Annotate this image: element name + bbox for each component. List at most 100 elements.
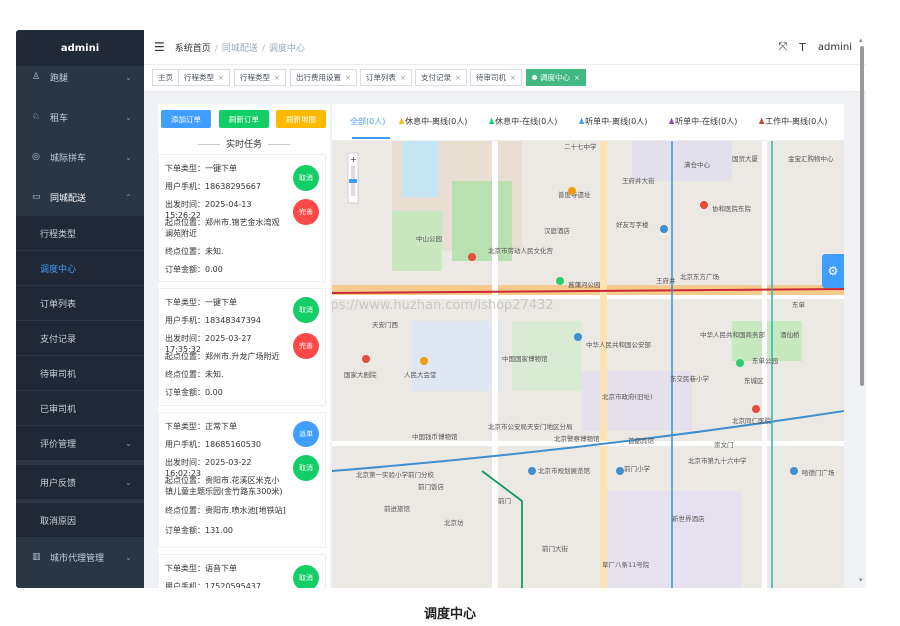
order-type: 下单类型：一键下单 (165, 164, 237, 173)
cancel-button[interactable]: 取消 (293, 455, 319, 481)
sidebar: admini ♙ 跑腿 ⌄ ♘ 租车 ⌄ ◎ 城际拼车 ⌄ ▭ 同城配送 ⌃ 行… (16, 30, 144, 588)
order-start: 起点位置：贵阳市.花溪区米克小镇儿童主题乐园(金竹路东300米) (165, 476, 283, 496)
driver-filter-tabs: 全部(0人) ♟休息中-离线(0人) ♟休息中-在线(0人) ♟听单中-离线(0… (332, 104, 844, 141)
close-icon[interactable]: × (400, 74, 406, 82)
order-phone: 用户手机：18348347394 (165, 316, 261, 325)
task-panel: 添加订单 刷新订单 刷新地图 实时任务 下单类型：一键下单 用户手机：18638… (158, 104, 330, 588)
refresh-map-button[interactable]: 刷新地图 (276, 110, 326, 128)
page-scrollbar[interactable]: ▴ ▾ (859, 36, 865, 584)
sidebar-subitem-approved-drivers[interactable]: 已审司机 (16, 391, 144, 425)
cancel-button[interactable]: 取消 (293, 565, 319, 588)
location-icon: ◎ (32, 152, 40, 162)
breadcrumb: 系统首页 / 同城配送 / 调度中心 (174, 43, 305, 54)
map-label: 北京市规划展览馆 (538, 466, 591, 475)
sidebar-subitem-feedback[interactable]: 用户反馈 ⌄ (16, 465, 144, 499)
cancel-button[interactable]: 取消 (293, 165, 319, 191)
close-icon[interactable]: × (345, 74, 351, 82)
sidebar-subitem-trip-type[interactable]: 行程类型 (16, 216, 144, 250)
filter-listen-offline[interactable]: ♟听单中-离线(0人) (578, 116, 647, 127)
sidebar-item-label: 待审司机 (40, 369, 77, 380)
tag-payment-records[interactable]: 支付记录 × (415, 69, 467, 86)
map-label: 前门 (498, 496, 511, 505)
zoom-control[interactable]: + (347, 152, 359, 204)
breadcrumb-home[interactable]: 系统首页 (175, 44, 211, 54)
poi-icon (362, 355, 370, 363)
sidebar-item-delivery[interactable]: ▭ 同城配送 ⌃ (16, 180, 144, 214)
tag-trip-type-1[interactable]: 行程类型 × (178, 69, 230, 86)
map-label: 东单公园 (752, 356, 778, 365)
tag-fee-settings[interactable]: 出行费用设置 × (290, 69, 357, 86)
gear-icon: ⚙ (827, 264, 839, 278)
map-canvas[interactable]: 二十七中学 国贸大厦 金宝汇购物中心 满仓中心 王府井大街 普度寺遗址 协和医院… (332, 141, 844, 588)
chevron-down-icon: ⌄ (125, 477, 132, 487)
map-panel: 全部(0人) ♟休息中-离线(0人) ♟休息中-在线(0人) ♟听单中-离线(0… (332, 104, 844, 588)
refresh-orders-button[interactable]: 刷新订单 (219, 110, 269, 128)
sidebar-item-intercity[interactable]: ◎ 城际拼车 ⌄ (16, 140, 144, 174)
map-label: 北京东方广场 (680, 272, 720, 281)
scroll-down-icon[interactable]: ▾ (859, 576, 863, 584)
order-phone: 用户手机：18685160530 (165, 440, 261, 449)
filter-all[interactable]: 全部(0人) (350, 116, 385, 127)
filter-rest-offline[interactable]: ♟休息中-离线(0人) (398, 116, 467, 127)
map-label: 酒仙桥 (780, 330, 800, 339)
sidebar-item-city-agent[interactable]: ▥ 城市代理管理 ⌄ (16, 540, 144, 574)
order-type: 下单类型：正常下单 (165, 422, 237, 431)
map-label: 中国国家博物馆 (502, 354, 548, 363)
map-label: 北京市劳动人民文化宫 (488, 246, 553, 255)
map-label: 北京坊 (444, 518, 464, 527)
filter-rest-online[interactable]: ♟休息中-在线(0人) (488, 116, 557, 127)
filter-work-offline[interactable]: ♟工作中-离线(0人) (758, 116, 827, 127)
sidebar-subitem-cancel-reasons[interactable]: 取消原因 (16, 503, 144, 537)
menu-toggle-icon[interactable]: ☰ (154, 40, 165, 54)
poi-icon (574, 333, 582, 341)
map-label: 哈德门广场 (802, 468, 835, 477)
complete-button[interactable]: 完善 (293, 333, 319, 359)
scroll-up-icon[interactable]: ▴ (859, 36, 863, 44)
tag-order-list[interactable]: 订单列表 × (360, 69, 412, 86)
close-icon[interactable]: × (574, 74, 580, 82)
close-icon[interactable]: × (455, 74, 461, 82)
tag-label: 行程类型 (184, 73, 214, 82)
sidebar-item-zuche[interactable]: ♘ 租车 ⌄ (16, 100, 144, 134)
settings-gear-button[interactable]: ⚙ (822, 254, 844, 288)
filter-listen-online[interactable]: ♟听单中-在线(0人) (668, 116, 737, 127)
font-size-icon[interactable]: T (799, 41, 806, 54)
map-label: 天安门西 (372, 320, 399, 329)
tags-view: 主页 行程类型 × 行程类型 × 出行费用设置 × 订单列表 × 支付记录 × 待审司机 ×… (144, 65, 866, 92)
map-label: 东交民巷小学 (670, 374, 710, 383)
sidebar-subitem-dispatch[interactable]: 调度中心 (16, 251, 144, 285)
assign-button[interactable]: 派单 (293, 421, 319, 447)
sidebar-subitem-payments[interactable]: 支付记录 (16, 321, 144, 355)
fullscreen-icon[interactable]: ⤧ (778, 40, 787, 54)
tag-home[interactable]: 主页 (152, 69, 179, 86)
sidebar-item-label: 调度中心 (40, 264, 77, 275)
tag-label: 待审司机 (476, 73, 506, 82)
zoom-in-icon[interactable]: + (350, 155, 357, 164)
user-name[interactable]: admini (818, 42, 852, 53)
map-label: 新世界酒店 (672, 514, 705, 523)
sidebar-subitem-reviews[interactable]: 评价管理 ⌄ (16, 426, 144, 460)
tag-dispatch-center[interactable]: 调度中心 × (526, 69, 586, 86)
close-icon[interactable]: × (274, 74, 280, 82)
add-order-button[interactable]: 添加订单 (161, 110, 211, 128)
tag-label: 行程类型 (240, 73, 270, 82)
complete-button[interactable]: 完善 (293, 199, 319, 225)
cancel-button[interactable]: 取消 (293, 297, 319, 323)
map-label: 东单 (792, 300, 806, 309)
sidebar-item-paotui[interactable]: ♙ 跑腿 ⌄ (16, 60, 144, 94)
tag-label: 支付记录 (421, 73, 451, 82)
map-label: 首都宾馆 (628, 436, 655, 445)
chevron-down-icon: ⌄ (125, 152, 132, 162)
sidebar-item-label: 取消原因 (40, 516, 77, 527)
tag-trip-type-2[interactable]: 行程类型 × (234, 69, 286, 86)
map-label: 前门小学 (624, 464, 651, 473)
sidebar-subitem-orders[interactable]: 订单列表 (16, 286, 144, 320)
tag-pending-drivers[interactable]: 待审司机 × (470, 69, 522, 86)
close-icon[interactable]: × (218, 74, 224, 82)
close-icon[interactable]: × (510, 74, 516, 82)
landmark-icon (468, 253, 476, 261)
sidebar-subitem-pending-drivers[interactable]: 待审司机 (16, 356, 144, 390)
map-label: 北京市第九十六中学 (688, 456, 747, 465)
map-label: 王府井大街 (622, 176, 655, 185)
breadcrumb-delivery[interactable]: 同城配送 (222, 44, 258, 54)
